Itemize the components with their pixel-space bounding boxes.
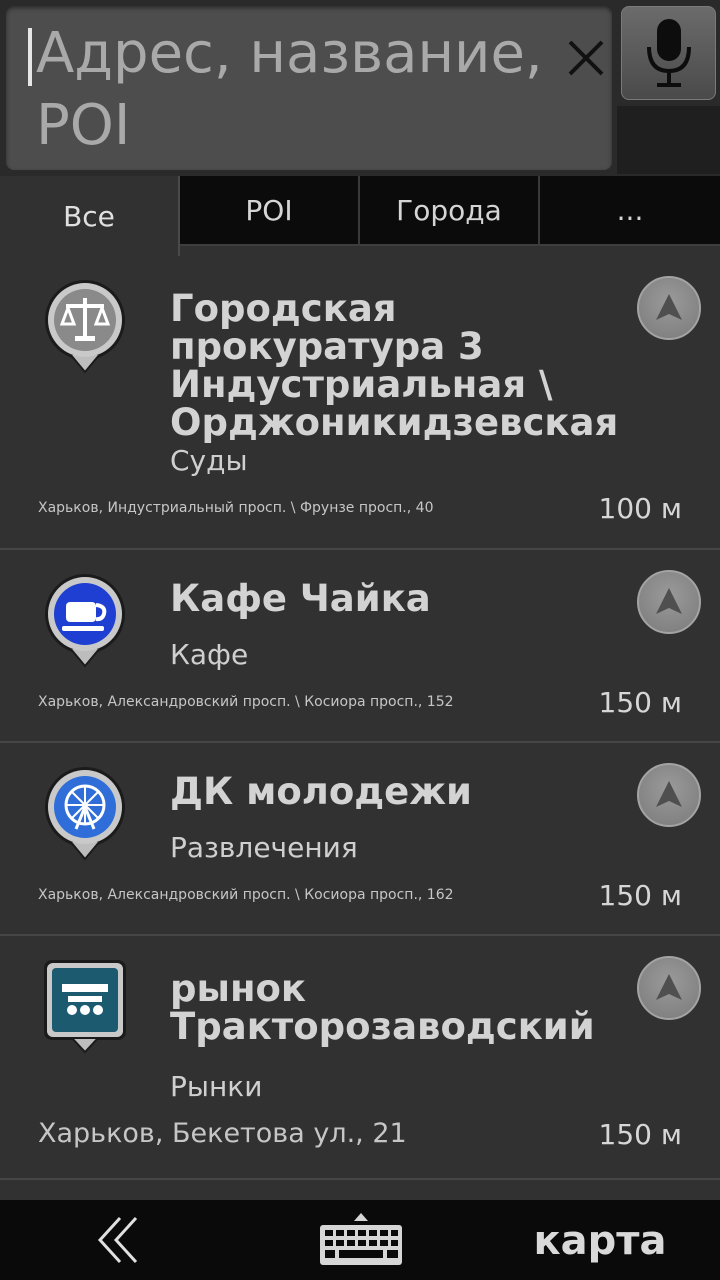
result-title: рынок Тракторозаводский xyxy=(170,967,595,1048)
ferris-wheel-icon xyxy=(45,767,125,861)
double-chevron-left-icon xyxy=(97,1216,138,1264)
result-address: Харьков, Бекетова ул., 21 xyxy=(38,1118,407,1149)
result-title: Кафе Чайка xyxy=(170,577,431,620)
tab-cities[interactable]: Города xyxy=(360,176,540,244)
market-icon xyxy=(44,960,126,1054)
coffee-cup-icon xyxy=(45,574,125,668)
list-item[interactable]: ДК молодежи Развлечения Харьков, Алексан… xyxy=(0,743,720,936)
list-item[interactable]: Городская прокуратура 3 Индустриальная \… xyxy=(0,256,720,550)
navigation-arrow-icon xyxy=(656,588,682,614)
route-button[interactable] xyxy=(637,763,701,827)
header-corner xyxy=(617,106,720,174)
list-item[interactable]: Кафе Чайка Кафе Харьков, Александровский… xyxy=(0,550,720,743)
category-tabs: Все POI Города ... xyxy=(0,176,720,256)
tab-more[interactable]: ... xyxy=(540,176,720,244)
back-button[interactable] xyxy=(88,1212,148,1268)
route-button[interactable] xyxy=(637,570,701,634)
tab-all[interactable]: Все xyxy=(0,176,180,256)
list-item[interactable]: рынок Тракторозаводский Рынки Харьков, Б… xyxy=(0,936,720,1180)
navigation-arrow-icon xyxy=(656,974,682,1000)
result-distance: 150 м xyxy=(598,879,682,912)
result-address: Харьков, Александровский просп. \ Косиор… xyxy=(38,694,454,710)
result-distance: 150 м xyxy=(598,1118,682,1151)
result-address: Харьков, Индустриальный просп. \ Фрунзе … xyxy=(38,500,434,516)
route-button[interactable] xyxy=(637,276,701,340)
microphone-icon xyxy=(646,19,691,87)
result-category: Суды xyxy=(170,444,248,477)
search-input[interactable] xyxy=(36,18,566,168)
navigation-arrow-icon xyxy=(656,294,682,320)
voice-search-button[interactable] xyxy=(621,6,716,100)
court-scales-icon xyxy=(45,280,125,374)
result-title: ДК молодежи xyxy=(170,770,472,813)
result-title: Городская прокуратура 3 Индустриальная \… xyxy=(170,287,619,444)
result-distance: 150 м xyxy=(598,686,682,719)
route-button[interactable] xyxy=(637,956,701,1020)
results-list[interactable]: Городская прокуратура 3 Индустриальная \… xyxy=(0,256,720,1200)
keyboard-icon xyxy=(320,1213,402,1265)
result-category: Рынки xyxy=(170,1070,263,1103)
clear-search-button[interactable] xyxy=(558,30,614,86)
result-category: Кафе xyxy=(170,638,249,671)
keyboard-button[interactable] xyxy=(316,1208,406,1272)
result-distance: 100 м xyxy=(598,492,682,525)
navigation-arrow-icon xyxy=(656,781,682,807)
close-icon xyxy=(568,40,604,76)
map-button[interactable]: карта xyxy=(520,1210,680,1272)
search-header xyxy=(0,0,720,176)
text-cursor xyxy=(28,28,32,86)
result-category: Развлечения xyxy=(170,831,358,864)
bottom-toolbar: карта xyxy=(0,1200,720,1280)
tab-poi[interactable]: POI xyxy=(180,176,360,244)
result-address: Харьков, Александровский просп. \ Косиор… xyxy=(38,887,454,903)
search-screen: Все POI Города ... Городская прокуратура… xyxy=(0,0,720,1280)
search-box[interactable] xyxy=(6,6,612,170)
